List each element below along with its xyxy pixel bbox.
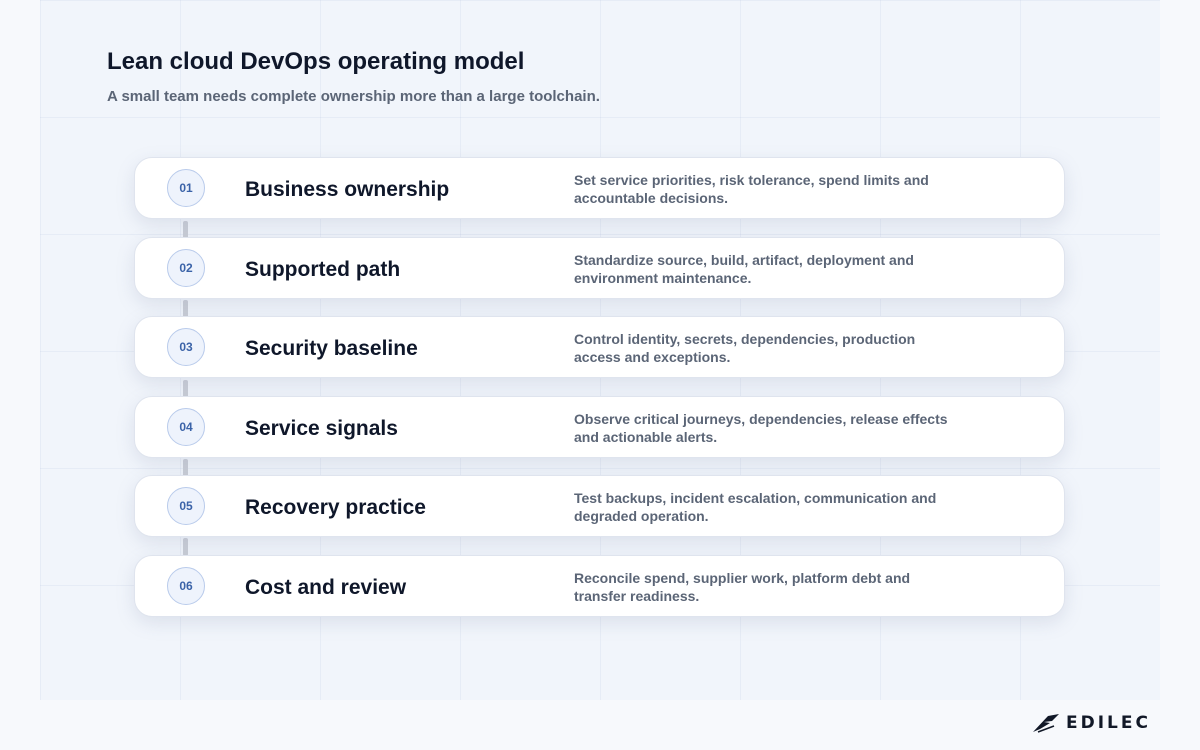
step-title: Supported path <box>245 258 401 281</box>
step-card-cost-and-review: 06 Cost and review Reconcile spend, supp… <box>134 555 1065 617</box>
step-number-badge: 04 <box>167 408 205 446</box>
step-card-recovery-practice: 05 Recovery practice Test backups, incid… <box>134 475 1065 537</box>
step-card-business-ownership: 01 Business ownership Set service priori… <box>134 157 1065 219</box>
step-title: Recovery practice <box>245 496 426 519</box>
step-title: Business ownership <box>245 178 450 201</box>
page-subtitle: A small team needs complete ownership mo… <box>107 88 600 105</box>
page-title: Lean cloud DevOps operating model <box>107 48 525 75</box>
step-card-security-baseline: 03 Security baseline Control identity, s… <box>134 316 1065 378</box>
step-description: Observe critical journeys, dependencies,… <box>574 411 948 445</box>
brand-logo: EDILEC <box>1032 711 1151 735</box>
step-number-badge: 05 <box>167 487 205 525</box>
edilec-logo-icon <box>1033 714 1059 733</box>
step-description: Control identity, secrets, dependencies,… <box>574 331 916 365</box>
step-card-service-signals: 04 Service signals Observe critical jour… <box>134 396 1065 458</box>
step-title: Cost and review <box>245 576 407 599</box>
step-description: Standardize source, build, artifact, dep… <box>574 252 914 286</box>
step-title: Security baseline <box>245 337 418 360</box>
step-description: Reconcile spend, supplier work, platform… <box>574 570 911 604</box>
step-description: Set service priorities, risk tolerance, … <box>574 172 929 206</box>
step-number-badge: 03 <box>167 328 205 366</box>
step-number-badge: 06 <box>167 567 205 605</box>
step-title: Service signals <box>245 417 398 440</box>
step-number-badge: 02 <box>167 249 205 287</box>
step-description: Test backups, incident escalation, commu… <box>574 490 937 524</box>
step-number-badge: 01 <box>167 169 205 207</box>
brand-name: EDILEC <box>1066 713 1151 733</box>
step-connector <box>183 538 188 556</box>
step-card-supported-path: 02 Supported path Standardize source, bu… <box>134 237 1065 299</box>
